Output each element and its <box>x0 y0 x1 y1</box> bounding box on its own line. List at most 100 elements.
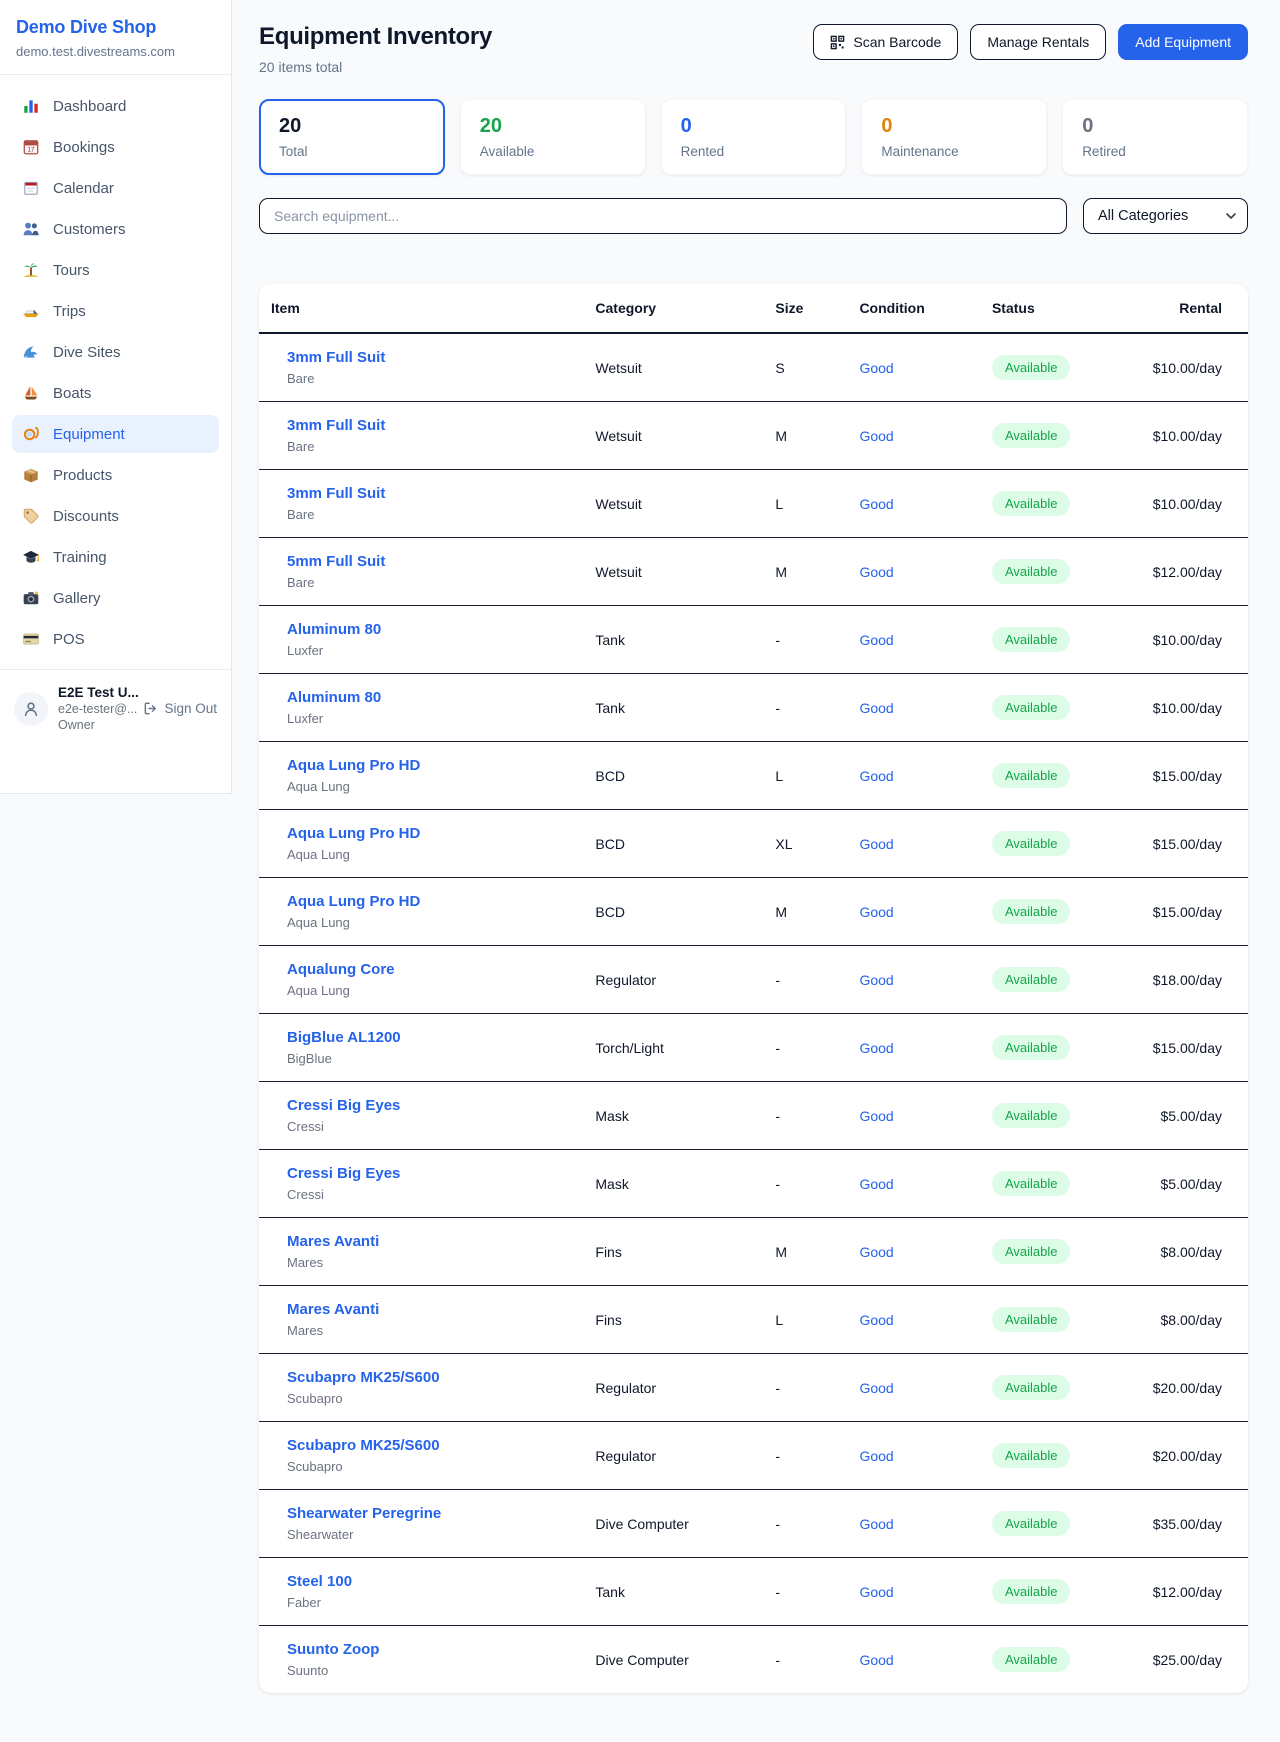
sidebar-item-tours[interactable]: Tours <box>12 251 219 289</box>
condition-link[interactable]: Good <box>859 1516 893 1532</box>
sidebar-item-label: Products <box>53 467 112 484</box>
item-category: Fins <box>583 1286 763 1354</box>
stat-card-rented[interactable]: 0 Rented <box>661 99 847 175</box>
condition-link[interactable]: Good <box>859 768 893 784</box>
item-name-link[interactable]: Aqua Lung Pro HD <box>287 892 571 911</box>
condition-link[interactable]: Good <box>859 1448 893 1464</box>
sidebar-item-customers[interactable]: Customers <box>12 210 219 248</box>
item-size: - <box>763 606 847 674</box>
item-name-link[interactable]: Aqua Lung Pro HD <box>287 824 571 843</box>
column-header-size: Size <box>763 284 847 333</box>
sidebar-item-boats[interactable]: Boats <box>12 374 219 412</box>
sidebar-item-equipment[interactable]: Equipment <box>12 415 219 453</box>
status-badge: Available <box>992 695 1071 720</box>
sidebar-nav: Dashboard Bookings Calendar Customers To… <box>0 75 231 669</box>
item-size: M <box>763 538 847 606</box>
sidebar-item-gallery[interactable]: Gallery <box>12 579 219 617</box>
sidebar-item-trips[interactable]: Trips <box>12 292 219 330</box>
stat-card-maintenance[interactable]: 0 Maintenance <box>861 99 1047 175</box>
item-brand: Aqua Lung <box>287 983 571 999</box>
item-name-link[interactable]: 3mm Full Suit <box>287 348 571 367</box>
item-name-link[interactable]: Aluminum 80 <box>287 688 571 707</box>
item-name-link[interactable]: 3mm Full Suit <box>287 484 571 503</box>
item-name-link[interactable]: Steel 100 <box>287 1572 571 1591</box>
sidebar-item-pos[interactable]: POS <box>12 620 219 658</box>
item-brand: BigBlue <box>287 1051 571 1067</box>
sidebar-item-label: Boats <box>53 385 91 402</box>
sidebar-item-training[interactable]: Training <box>12 538 219 576</box>
condition-link[interactable]: Good <box>859 904 893 920</box>
condition-link[interactable]: Good <box>859 1584 893 1600</box>
category-select[interactable]: All Categories <box>1083 198 1248 234</box>
sidebar-item-dive-sites[interactable]: Dive Sites <box>12 333 219 371</box>
condition-link[interactable]: Good <box>859 496 893 512</box>
sidebar-item-label: Gallery <box>53 590 101 607</box>
item-name-link[interactable]: Cressi Big Eyes <box>287 1096 571 1115</box>
stat-label: Rented <box>681 144 827 159</box>
condition-link[interactable]: Good <box>859 700 893 716</box>
condition-link[interactable]: Good <box>859 360 893 376</box>
table-row: Aluminum 80 Luxfer Tank - Good Available… <box>259 674 1248 742</box>
item-brand: Luxfer <box>287 643 571 659</box>
item-category: Fins <box>583 1218 763 1286</box>
table-row: Aluminum 80 Luxfer Tank - Good Available… <box>259 606 1248 674</box>
island-icon <box>22 261 40 279</box>
user-role: Owner <box>58 717 133 733</box>
rental-rate: $20.00/day <box>1130 1354 1248 1422</box>
search-input[interactable] <box>259 198 1067 234</box>
sidebar-item-discounts[interactable]: Discounts <box>12 497 219 535</box>
item-name-link[interactable]: BigBlue AL1200 <box>287 1028 571 1047</box>
sidebar-item-dashboard[interactable]: Dashboard <box>12 87 219 125</box>
item-name-link[interactable]: Shearwater Peregrine <box>287 1504 571 1523</box>
condition-link[interactable]: Good <box>859 1652 893 1668</box>
item-size: L <box>763 1286 847 1354</box>
add-equipment-button[interactable]: Add Equipment <box>1118 24 1248 60</box>
status-badge: Available <box>992 1375 1071 1400</box>
rental-rate: $10.00/day <box>1130 333 1248 402</box>
condition-link[interactable]: Good <box>859 632 893 648</box>
rental-rate: $15.00/day <box>1130 810 1248 878</box>
item-name-link[interactable]: Scubapro MK25/S600 <box>287 1436 571 1455</box>
table-header-row: Item Category Size Condition Status Rent… <box>259 284 1248 333</box>
condition-link[interactable]: Good <box>859 1312 893 1328</box>
condition-link[interactable]: Good <box>859 1108 893 1124</box>
status-badge: Available <box>992 491 1071 516</box>
item-name-link[interactable]: Aqualung Core <box>287 960 571 979</box>
table-row: 3mm Full Suit Bare Wetsuit S Good Availa… <box>259 333 1248 402</box>
condition-link[interactable]: Good <box>859 428 893 444</box>
stat-card-retired[interactable]: 0 Retired <box>1062 99 1248 175</box>
table-row: Scubapro MK25/S600 Scubapro Regulator - … <box>259 1422 1248 1490</box>
item-name-link[interactable]: Scubapro MK25/S600 <box>287 1368 571 1387</box>
item-category: Tank <box>583 606 763 674</box>
stat-card-total[interactable]: 20 Total <box>259 99 445 175</box>
condition-link[interactable]: Good <box>859 1380 893 1396</box>
sidebar-item-calendar[interactable]: Calendar <box>12 169 219 207</box>
sign-out-button[interactable]: Sign Out <box>143 701 217 716</box>
condition-link[interactable]: Good <box>859 972 893 988</box>
item-name-link[interactable]: Aluminum 80 <box>287 620 571 639</box>
item-name-link[interactable]: 5mm Full Suit <box>287 552 571 571</box>
logout-icon <box>143 701 158 716</box>
condition-link[interactable]: Good <box>859 836 893 852</box>
item-name-link[interactable]: Aqua Lung Pro HD <box>287 756 571 775</box>
item-name-link[interactable]: Mares Avanti <box>287 1300 571 1319</box>
scan-barcode-button[interactable]: Scan Barcode <box>813 24 958 60</box>
manage-rentals-button[interactable]: Manage Rentals <box>970 24 1106 60</box>
item-name-link[interactable]: 3mm Full Suit <box>287 416 571 435</box>
item-name-link[interactable]: Suunto Zoop <box>287 1640 571 1659</box>
condition-link[interactable]: Good <box>859 1040 893 1056</box>
item-category: Wetsuit <box>583 333 763 402</box>
condition-link[interactable]: Good <box>859 1176 893 1192</box>
table-body: 3mm Full Suit Bare Wetsuit S Good Availa… <box>259 333 1248 1693</box>
condition-link[interactable]: Good <box>859 564 893 580</box>
item-name-link[interactable]: Cressi Big Eyes <box>287 1164 571 1183</box>
item-size: - <box>763 1354 847 1422</box>
item-brand: Luxfer <box>287 711 571 727</box>
shop-name[interactable]: Demo Dive Shop <box>16 17 215 38</box>
sidebar-item-products[interactable]: Products <box>12 456 219 494</box>
sidebar-item-bookings[interactable]: Bookings <box>12 128 219 166</box>
condition-link[interactable]: Good <box>859 1244 893 1260</box>
status-badge: Available <box>992 355 1071 380</box>
item-name-link[interactable]: Mares Avanti <box>287 1232 571 1251</box>
stat-card-available[interactable]: 20 Available <box>460 99 646 175</box>
